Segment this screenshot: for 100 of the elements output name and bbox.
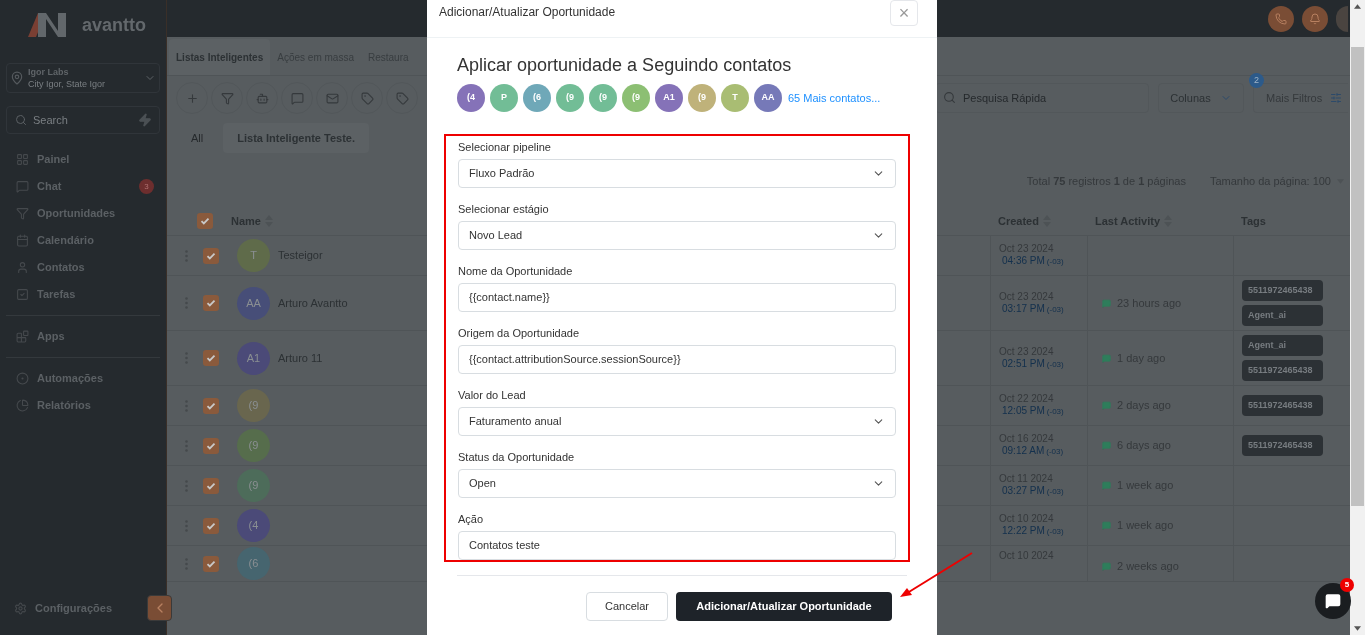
check-icon <box>205 352 217 364</box>
dropdown-field[interactable]: Faturamento anual <box>458 407 896 436</box>
tag: 5511972465438 <box>1242 435 1323 456</box>
contact-avatar: (4 <box>237 509 270 542</box>
location-name: Igor Labs <box>28 66 70 78</box>
user-icon <box>16 261 29 274</box>
dropdown-field[interactable]: Open <box>458 469 896 498</box>
field-label: Nome da Oportunidade <box>458 264 574 280</box>
created-time: 12:22 PM <box>1002 525 1045 537</box>
modal-header: Adicionar/Atualizar Oportunidade <box>439 4 616 21</box>
field-label: Selecionar pipeline <box>458 140 552 156</box>
created-time: 12:05 PM <box>1002 405 1045 417</box>
notification-button[interactable] <box>1302 5 1328 32</box>
more-contacts-link[interactable]: 65 Mais contatos... <box>788 89 881 107</box>
input-field[interactable]: {{contact.name}} <box>458 283 896 312</box>
field-label: Valor do Lead <box>458 388 527 404</box>
contact-avatar: A1 <box>237 341 270 375</box>
tag-icon <box>360 91 374 105</box>
contact-avatar: (9 <box>237 429 270 462</box>
input-field[interactable]: Contatos teste <box>458 531 896 560</box>
settings-icon <box>14 601 27 615</box>
created-time: 04:36 PM <box>1002 255 1045 267</box>
message-icon <box>1102 441 1111 450</box>
checkbox[interactable] <box>197 213 213 229</box>
submit-button[interactable]: Adicionar/Atualizar Oportunidade <box>676 592 892 621</box>
filter-icon <box>220 91 234 105</box>
lightning-icon[interactable] <box>138 113 152 127</box>
search-icon <box>15 114 27 126</box>
tag: Agent_ai <box>1242 305 1323 326</box>
message-icon <box>290 91 304 105</box>
pie-chart-icon <box>16 399 29 412</box>
tag: 5511972465438 <box>1242 360 1323 381</box>
plus-icon <box>185 91 199 105</box>
checkbox[interactable] <box>203 397 219 414</box>
funnel-icon <box>16 207 29 220</box>
mail-icon <box>325 91 339 105</box>
chat-icon <box>16 180 29 193</box>
created-time: 03:27 PM <box>1002 485 1045 497</box>
created-time: 09:12 AM <box>1002 445 1045 457</box>
chat-count-badge: 5 <box>1340 578 1354 592</box>
check-icon <box>199 215 211 227</box>
user-avatar[interactable] <box>1336 5 1348 32</box>
sliders-icon <box>1330 92 1343 104</box>
location-selector[interactable]: Igor Labs City Igor, State Igor <box>6 63 160 93</box>
message-icon <box>1102 521 1111 530</box>
message-icon <box>1102 298 1111 308</box>
contact-avatar: A1 <box>655 84 683 112</box>
checkbox[interactable] <box>203 350 219 366</box>
chat-icon <box>1325 593 1341 609</box>
grid-icon <box>16 153 29 166</box>
scroll-down-icon[interactable] <box>1354 626 1361 631</box>
tag: 5511972465438 <box>1242 280 1323 301</box>
field-label: Selecionar estágio <box>458 202 550 218</box>
contact-avatar: (6 <box>237 547 270 580</box>
input-field[interactable]: {{contact.attributionSource.sessionSource}} <box>458 345 896 374</box>
tag: Agent_ai <box>1242 335 1323 356</box>
message-icon <box>1102 562 1111 571</box>
phone-icon <box>1275 12 1287 25</box>
bell-icon <box>1309 12 1321 25</box>
calendar-icon <box>16 234 29 247</box>
location-icon <box>10 71 24 85</box>
dropdown-field[interactable]: Novo Lead <box>458 221 896 250</box>
message-icon <box>1102 481 1111 490</box>
logo-text: avantto <box>82 13 146 37</box>
contact-avatar: (9 <box>688 84 716 112</box>
circle-icon <box>16 372 29 385</box>
checkbox[interactable] <box>203 437 219 454</box>
message-icon <box>1102 401 1111 410</box>
checkbox[interactable] <box>203 477 219 494</box>
checkbox[interactable] <box>203 247 219 264</box>
field-label: Ação <box>458 512 485 528</box>
search-field[interactable]: Search <box>6 106 160 134</box>
collapse-button[interactable] <box>147 595 172 621</box>
contact-avatar: AA <box>237 286 270 320</box>
checkbox[interactable] <box>203 555 219 572</box>
checkbox[interactable] <box>203 295 219 311</box>
checkbox-icon <box>16 288 29 301</box>
tag: 5511972465438 <box>1242 395 1323 416</box>
scrollbar[interactable] <box>1350 0 1365 635</box>
contact-avatar: AA <box>754 84 782 112</box>
contact-avatar: (9 <box>622 84 650 112</box>
contact-avatar: T <box>237 239 270 272</box>
modal-title: Aplicar oportunidade a Seguindo contatos <box>457 54 793 76</box>
checkbox[interactable] <box>203 517 219 534</box>
phone-button[interactable] <box>1268 5 1294 32</box>
location-address: City Igor, State Igor <box>28 78 107 90</box>
chat-button[interactable] <box>1315 583 1351 619</box>
contact-avatar: (9 <box>237 389 270 422</box>
dropdown-field[interactable]: Fluxo Padrão <box>458 159 896 188</box>
contact-avatar: (9 <box>589 84 617 112</box>
scroll-up-icon[interactable] <box>1354 4 1361 9</box>
contact-avatar: T <box>721 84 749 112</box>
contact-avatar: (6 <box>523 84 551 112</box>
close-button[interactable]: × <box>890 0 918 26</box>
cancel-button[interactable]: Cancelar <box>586 592 668 621</box>
apps-icon <box>16 330 29 343</box>
field-label: Status da Oportunidade <box>458 450 576 466</box>
scrollbar-thumb[interactable] <box>1351 47 1364 506</box>
search-icon <box>943 91 956 104</box>
contact-avatar: (4 <box>457 84 485 112</box>
